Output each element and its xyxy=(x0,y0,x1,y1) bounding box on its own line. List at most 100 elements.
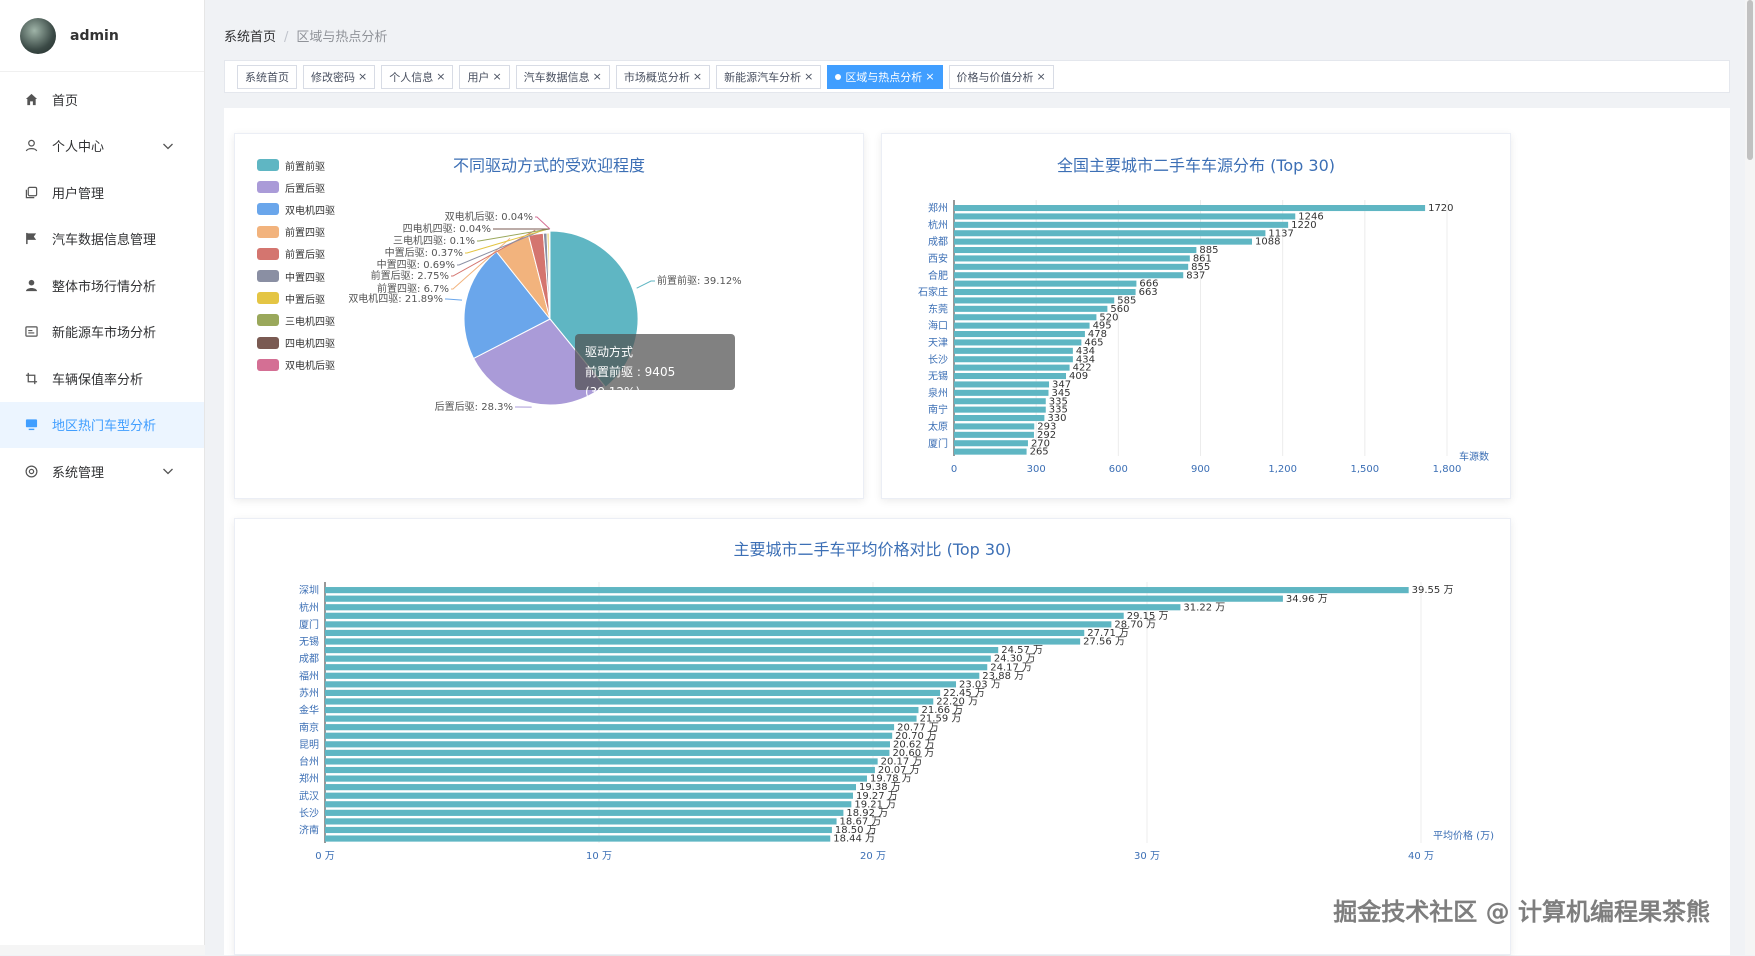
tag-item[interactable]: 价格与价值分析× xyxy=(949,65,1054,89)
sidebar-item[interactable]: 首页 xyxy=(0,76,204,123)
bar-value-label: 409 xyxy=(1069,371,1088,382)
copy-icon xyxy=(24,185,38,199)
bar xyxy=(325,724,894,730)
tag-item[interactable]: 用户× xyxy=(459,65,509,89)
tag-item[interactable]: 个人信息× xyxy=(381,65,453,89)
pie-label: 中置四驱: 0.69% xyxy=(377,258,455,271)
bar xyxy=(954,213,1295,219)
pie-label-line xyxy=(445,299,462,300)
bar xyxy=(325,587,1409,593)
bar-value-label: 27.56 万 xyxy=(1083,637,1125,648)
close-icon[interactable]: × xyxy=(925,70,934,83)
bar xyxy=(325,818,837,824)
close-icon[interactable]: × xyxy=(436,70,445,83)
y-tick-label: 苏州 xyxy=(299,687,319,700)
bar xyxy=(325,775,867,781)
watermark: 掘金技术社区 @ 计算机编程果茶熊 xyxy=(1333,892,1710,927)
sidebar-scrollbar[interactable] xyxy=(0,945,205,955)
chevron-down-icon[interactable] xyxy=(162,465,174,477)
pie-label: 三电机四驱: 0.1% xyxy=(393,234,475,247)
y-tick-label: 杭州 xyxy=(928,218,948,231)
sidebar-item[interactable]: 新能源车市场分析 xyxy=(0,309,204,356)
y-tick-label: 无锡 xyxy=(299,635,319,648)
bar xyxy=(954,432,1034,438)
sidebar-item[interactable]: 个人中心 xyxy=(0,123,204,170)
sidebar-item[interactable]: 用户管理 xyxy=(0,169,204,216)
close-icon[interactable]: × xyxy=(492,70,501,83)
bar xyxy=(954,407,1046,413)
tag-item[interactable]: 修改密码× xyxy=(303,65,375,89)
bar xyxy=(954,306,1107,312)
x-tick-label: 1,500 xyxy=(1351,464,1380,475)
sidebar-item[interactable]: 地区热门车型分析 xyxy=(0,402,204,449)
close-icon[interactable]: × xyxy=(693,70,702,83)
y-tick-label: 西安 xyxy=(928,252,948,265)
tag-item[interactable]: 市场概览分析× xyxy=(616,65,710,89)
sidebar-item-label: 整体市场行情分析 xyxy=(52,276,156,295)
sidebar-item[interactable]: 系统管理 xyxy=(0,448,204,495)
bar xyxy=(325,613,1124,619)
y-tick-label: 石家庄 xyxy=(918,286,948,299)
breadcrumb-current: 区域与热点分析 xyxy=(296,30,387,45)
y-tick-label: 武汉 xyxy=(299,789,319,802)
bar xyxy=(954,247,1196,253)
tag-item[interactable]: 汽车数据信息× xyxy=(516,65,610,89)
breadcrumb-separator: / xyxy=(284,30,288,45)
x-tick-label: 300 xyxy=(1027,464,1046,475)
bar xyxy=(325,827,832,833)
bar-value-label: 265 xyxy=(1030,447,1049,458)
bar xyxy=(325,801,851,807)
x-tick-label: 40 万 xyxy=(1408,851,1434,862)
bar xyxy=(954,230,1265,236)
pie-label: 前置四驱: 6.7% xyxy=(377,282,449,295)
bar xyxy=(954,390,1048,396)
tags-view: 系统首页修改密码×个人信息×用户×汽车数据信息×市场概览分析×新能源汽车分析×区… xyxy=(224,60,1730,93)
sidebar-item[interactable]: 整体市场行情分析 xyxy=(0,262,204,309)
user-panel: admin xyxy=(0,0,204,72)
bar xyxy=(954,222,1288,228)
bar xyxy=(954,365,1070,371)
city-supply-card: 全国主要城市二手车车源分布 (Top 30) 03006009001,2001,… xyxy=(881,133,1511,499)
chevron-down-icon[interactable] xyxy=(162,140,174,152)
tag-label: 系统首页 xyxy=(245,69,289,85)
breadcrumb-home[interactable]: 系统首页 xyxy=(224,30,276,45)
y-tick-label: 郑州 xyxy=(928,202,948,215)
y-tick-label: 昆明 xyxy=(299,739,319,751)
x-tick-label: 10 万 xyxy=(586,851,612,862)
close-icon[interactable]: × xyxy=(593,70,602,83)
close-icon[interactable]: × xyxy=(804,70,813,83)
bar xyxy=(954,339,1081,345)
y-tick-label: 长沙 xyxy=(928,354,948,366)
page-scrollbar[interactable] xyxy=(1745,0,1755,955)
tag-item[interactable]: 系统首页 xyxy=(237,65,297,89)
tag-label: 个人信息 xyxy=(389,69,433,85)
sidebar-item[interactable]: 车辆保值率分析 xyxy=(0,355,204,402)
tag-item[interactable]: 区域与热点分析× xyxy=(827,65,942,89)
bar xyxy=(325,810,843,816)
close-icon[interactable]: × xyxy=(1037,70,1046,83)
bar xyxy=(325,604,1180,610)
bar xyxy=(325,741,890,747)
y-tick-label: 南宁 xyxy=(928,403,948,416)
tag-item[interactable]: 新能源汽车分析× xyxy=(716,65,821,89)
pie-label: 双电机后驱: 0.04% xyxy=(445,210,533,223)
scrollbar-thumb[interactable] xyxy=(1747,0,1753,160)
close-icon[interactable]: × xyxy=(358,70,367,83)
sidebar-item[interactable]: 汽车数据信息管理 xyxy=(0,216,204,263)
x-tick-label: 0 万 xyxy=(315,851,335,862)
bar xyxy=(325,733,892,739)
bar xyxy=(325,793,853,799)
bar xyxy=(325,758,878,764)
avatar[interactable] xyxy=(20,18,56,54)
pie-label-line xyxy=(535,217,550,229)
main-content: 不同驱动方式的受欢迎程度 前置前驱后置后驱双电机四驱前置四驱前置后驱中置四驱中置… xyxy=(224,108,1730,955)
bar-value-label: 34.96 万 xyxy=(1286,594,1328,605)
bar xyxy=(325,716,917,722)
y-tick-label: 泉州 xyxy=(928,386,948,399)
bar-value-label: 31.22 万 xyxy=(1183,602,1225,613)
pie-label: 中置后驱: 0.37% xyxy=(385,246,463,259)
bar xyxy=(325,750,889,756)
home-icon xyxy=(24,92,38,106)
bar xyxy=(325,681,956,687)
y-tick-label: 深圳 xyxy=(299,585,319,597)
